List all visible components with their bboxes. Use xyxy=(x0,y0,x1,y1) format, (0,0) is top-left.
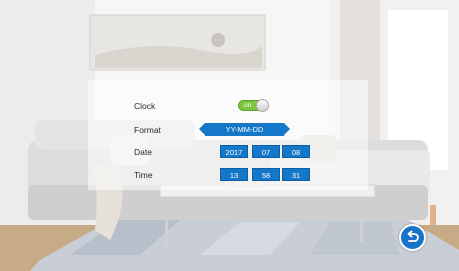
return-arrow-icon xyxy=(407,230,419,242)
format-selector[interactable]: YY-MM-DD xyxy=(199,123,290,136)
time-label: Time xyxy=(134,170,153,180)
clock-toggle-text: on xyxy=(244,102,252,109)
back-button[interactable] xyxy=(399,224,426,251)
clock-toggle[interactable]: on xyxy=(238,99,269,112)
time-hour-field[interactable]: 13 xyxy=(220,168,248,181)
clock-label: Clock xyxy=(134,101,156,111)
date-month-field[interactable]: 07 xyxy=(252,145,280,158)
format-value: YY-MM-DD xyxy=(205,123,284,136)
date-year-field[interactable]: 2017 xyxy=(220,145,248,158)
date-day-field[interactable]: 08 xyxy=(282,145,310,158)
time-second-field[interactable]: 31 xyxy=(282,168,310,181)
time-minute-field[interactable]: 58 xyxy=(252,168,280,181)
format-label: Format xyxy=(134,125,161,135)
chevron-right-icon[interactable] xyxy=(284,123,290,135)
date-label: Date xyxy=(134,147,152,157)
toggle-knob xyxy=(256,99,269,112)
